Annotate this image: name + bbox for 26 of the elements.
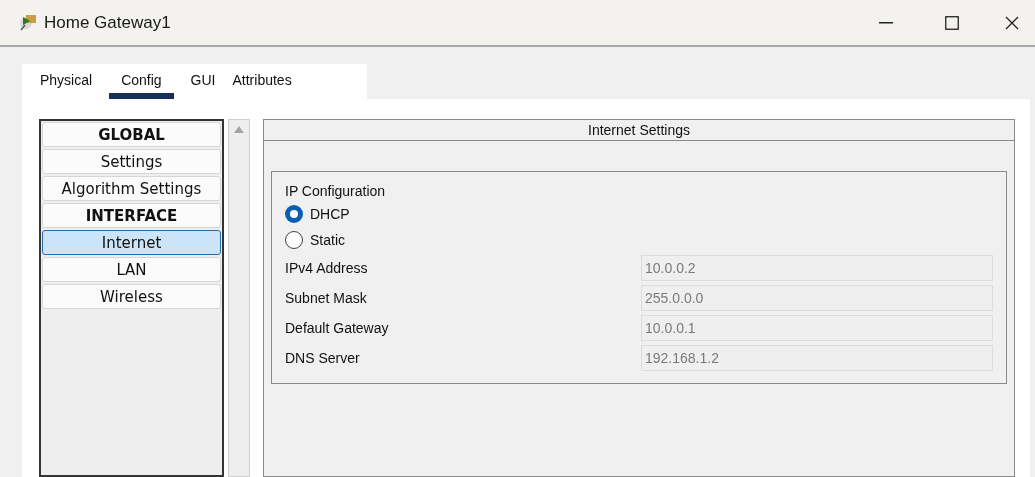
sidebar-item[interactable]: Settings <box>42 149 221 174</box>
panel-title: Internet Settings <box>264 120 1014 141</box>
field-label: IPv4 Address <box>285 258 369 278</box>
group-title: IP Configuration <box>285 182 387 201</box>
field-label: Subnet Mask <box>285 288 368 308</box>
sidebar-item[interactable]: Algorithm Settings <box>42 176 221 201</box>
sidebar-item[interactable]: LAN <box>42 257 221 282</box>
scroll-up-icon <box>234 126 244 133</box>
window-title: Home Gateway1 <box>44 11 171 34</box>
close-icon <box>1005 15 1019 30</box>
sidebar-item[interactable]: Wireless <box>42 284 221 309</box>
field-label: Default Gateway <box>285 318 390 338</box>
radio-option[interactable]: Static <box>285 227 993 253</box>
field-label: DNS Server <box>285 348 361 368</box>
sidebar-item[interactable]: Internet <box>42 230 221 255</box>
radio-button[interactable] <box>285 231 303 249</box>
radio-button[interactable] <box>285 205 303 223</box>
sidebar-header[interactable]: INTERFACE <box>42 203 221 228</box>
tab[interactable]: GUI <box>190 65 216 99</box>
router-icon <box>18 12 38 33</box>
sidebar-header[interactable]: GLOBAL <box>42 122 221 147</box>
minimize-icon <box>879 21 893 24</box>
maximize-icon <box>945 15 959 30</box>
tab[interactable]: Physical <box>40 65 93 99</box>
radio-option[interactable]: DHCP <box>285 201 993 227</box>
tab[interactable]: Attributes <box>232 65 292 99</box>
